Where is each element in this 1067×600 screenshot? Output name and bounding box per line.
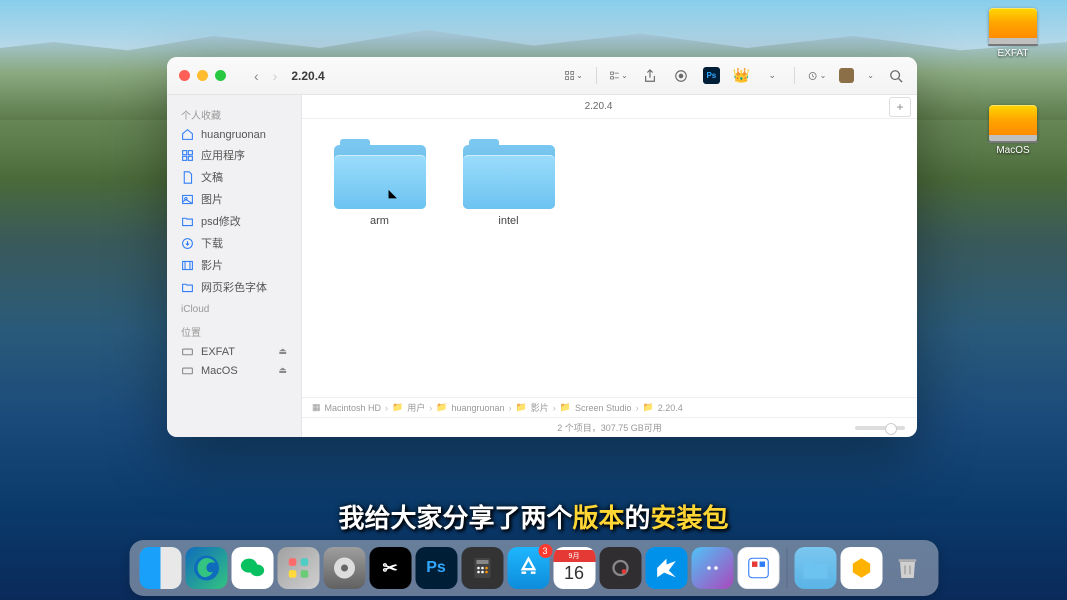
share-button[interactable] [641,67,659,85]
search-button[interactable] [887,67,905,85]
badge: 3 [538,544,552,558]
dock-calendar[interactable]: 9月16 [553,547,595,589]
minimize-button[interactable] [197,70,208,81]
sidebar-location-macos[interactable]: MacOS⏏ [167,361,301,380]
zoom-button[interactable] [215,70,226,81]
dock-todo[interactable] [737,547,779,589]
close-button[interactable] [179,70,190,81]
dock-separator [786,548,787,588]
dock-appstore[interactable]: 3 [507,547,549,589]
crown-icon[interactable]: 👑 [733,67,750,84]
sidebar-location-exfat[interactable]: EXFAT⏏ [167,342,301,361]
dock-settings[interactable] [323,547,365,589]
sidebar-item-movies[interactable]: 影片 [167,254,301,276]
external-drive-icon [989,105,1037,141]
dock: ✂ Ps 3 9月16 [129,540,938,596]
drive-label: EXFAT [998,48,1029,59]
eject-icon[interactable]: ⏏ [278,365,287,376]
dock-launchpad[interactable] [277,547,319,589]
view-icons-button[interactable]: ⌄ [565,67,583,85]
group-button[interactable]: ⌄ [610,67,628,85]
folder-icon: ◣ [334,139,426,209]
dock-trash[interactable] [886,547,928,589]
zoom-slider[interactable] [855,426,905,430]
folder-label: intel [498,215,518,227]
new-tab-button[interactable]: + [889,97,911,117]
dock-obs[interactable] [599,547,641,589]
photoshop-icon[interactable]: Ps [703,67,720,84]
tab[interactable]: 2.20.4 [308,101,889,112]
sidebar-item-documents[interactable]: 文稿 [167,166,301,188]
toolbar: ⌄ ⌄ Ps 👑 ⌄ ⌄ ⌄ [565,67,905,85]
sidebar-item-home[interactable]: huangruonan [167,125,301,144]
desktop-drive-macos[interactable]: MacOS [977,105,1049,156]
tag-button[interactable] [672,67,690,85]
folder-icon [463,139,555,209]
mouse-cursor: ◣ [389,187,397,200]
dock-edge[interactable] [185,547,227,589]
back-button[interactable]: ‹ [254,68,259,84]
dock-wechat[interactable] [231,547,273,589]
sidebar-item-downloads[interactable]: 下载 [167,232,301,254]
finder-window: ‹ › 2.20.4 ⌄ ⌄ Ps 👑 ⌄ ⌄ ⌄ 个人收藏 huangruon… [167,57,917,437]
status-bar: 2 个项目，307.75 GB可用 [302,417,917,437]
folder-arm[interactable]: ◣ arm [332,139,427,227]
dock-downloads[interactable] [794,547,836,589]
sidebar-item-applications[interactable]: 应用程序 [167,144,301,166]
sidebar-item-pictures[interactable]: 图片 [167,188,301,210]
desktop-drive-exfat[interactable]: EXFAT [977,8,1049,59]
window-controls [179,70,226,81]
status-text: 2 个项目，307.75 GB可用 [557,421,662,434]
path-bar[interactable]: ▦Macintosh HD› 📁用户› 📁huangruonan› 📁影片› 📁… [302,397,917,417]
content-area: 2.20.4 + ◣ arm intel ▦Macintosh HD› 📁用户›… [302,95,917,437]
sidebar: 个人收藏 huangruonan 应用程序 文稿 图片 psd修改 下载 影片 … [167,95,302,437]
window-titlebar[interactable]: ‹ › 2.20.4 ⌄ ⌄ Ps 👑 ⌄ ⌄ ⌄ [167,57,917,95]
dropdown-icon[interactable]: ⌄ [763,67,781,85]
tab-bar: 2.20.4 + [302,95,917,119]
dock-finder[interactable] [139,547,181,589]
action-button[interactable]: ⌄ [808,67,826,85]
dock-calculator[interactable] [461,547,503,589]
sidebar-item-webfonts[interactable]: 网页彩色字体 [167,276,301,298]
extra-icon[interactable] [839,68,854,83]
window-title: 2.20.4 [291,69,324,83]
dock-photoshop[interactable]: Ps [415,547,457,589]
dock-thunderbird[interactable] [645,547,687,589]
dock-messages[interactable] [691,547,733,589]
dock-app[interactable] [840,547,882,589]
sidebar-item-psd[interactable]: psd修改 [167,210,301,232]
file-grid[interactable]: ◣ arm intel [302,119,917,397]
folder-intel[interactable]: intel [461,139,556,227]
video-subtitle: 我给大家分享了两个版本的安装包 [338,498,728,535]
sidebar-icloud-header: iCloud [167,298,301,318]
folder-label: arm [370,215,389,227]
external-drive-icon [989,8,1037,44]
sidebar-favorites-header: 个人收藏 [167,101,301,125]
eject-icon[interactable]: ⏏ [278,346,287,357]
drive-label: MacOS [996,145,1029,156]
sidebar-locations-header: 位置 [167,318,301,342]
nav-arrows: ‹ › [254,68,277,84]
forward-button[interactable]: › [273,68,278,84]
dock-capcut[interactable]: ✂ [369,547,411,589]
